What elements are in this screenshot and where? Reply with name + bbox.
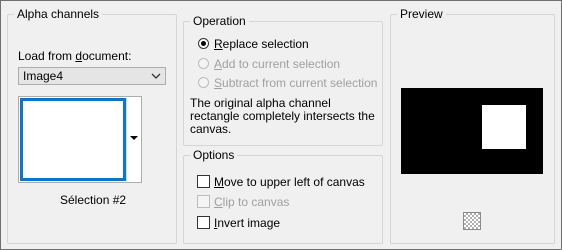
add-to-selection-label[interactable]: Add to current selection [214, 57, 340, 71]
move-to-upper-left-label[interactable]: Move to upper left of canvas [214, 175, 365, 189]
invert-image-checkbox[interactable] [197, 216, 210, 229]
move-to-upper-left-checkbox[interactable] [197, 175, 210, 188]
alpha-channel-name: Sélection #2 [60, 193, 127, 207]
add-to-selection-radio[interactable] [198, 58, 209, 69]
chevron-down-icon [151, 73, 161, 79]
document-select-value: Image4 [23, 69, 64, 83]
preview-selection-rect [482, 105, 526, 149]
load-from-document-label: Load from document: [18, 49, 132, 63]
checkerboard-icon[interactable] [463, 212, 481, 230]
subtract-from-selection-radio[interactable] [198, 77, 209, 88]
radio-selected-dot [201, 41, 206, 46]
preview-title: Preview [397, 6, 446, 22]
alpha-channel-picker[interactable] [18, 96, 142, 183]
operation-message-line-1: The original alpha channel [190, 96, 331, 110]
clip-to-canvas-label[interactable]: Clip to canvas [214, 195, 289, 209]
operation-message-line-2: rectangle completely intersects the [190, 109, 375, 123]
replace-selection-radio[interactable] [198, 38, 209, 49]
alpha-channel-dropdown-button[interactable] [126, 97, 141, 182]
invert-image-label[interactable]: Invert image [214, 216, 280, 230]
operation-message-line-3: canvas. [190, 122, 232, 136]
document-select[interactable]: Image4 [18, 67, 166, 85]
replace-selection-label[interactable]: Replace selection [214, 37, 309, 51]
options-title: Options [190, 147, 238, 163]
clip-to-canvas-checkbox[interactable] [197, 195, 210, 208]
dropdown-arrow-icon [130, 136, 138, 140]
operation-title: Operation [190, 13, 249, 29]
subtract-from-selection-label[interactable]: Subtract from current selection [214, 76, 377, 90]
alpha-channels-title: Alpha channels [14, 6, 103, 22]
alpha-channel-thumbnail[interactable] [20, 98, 126, 181]
